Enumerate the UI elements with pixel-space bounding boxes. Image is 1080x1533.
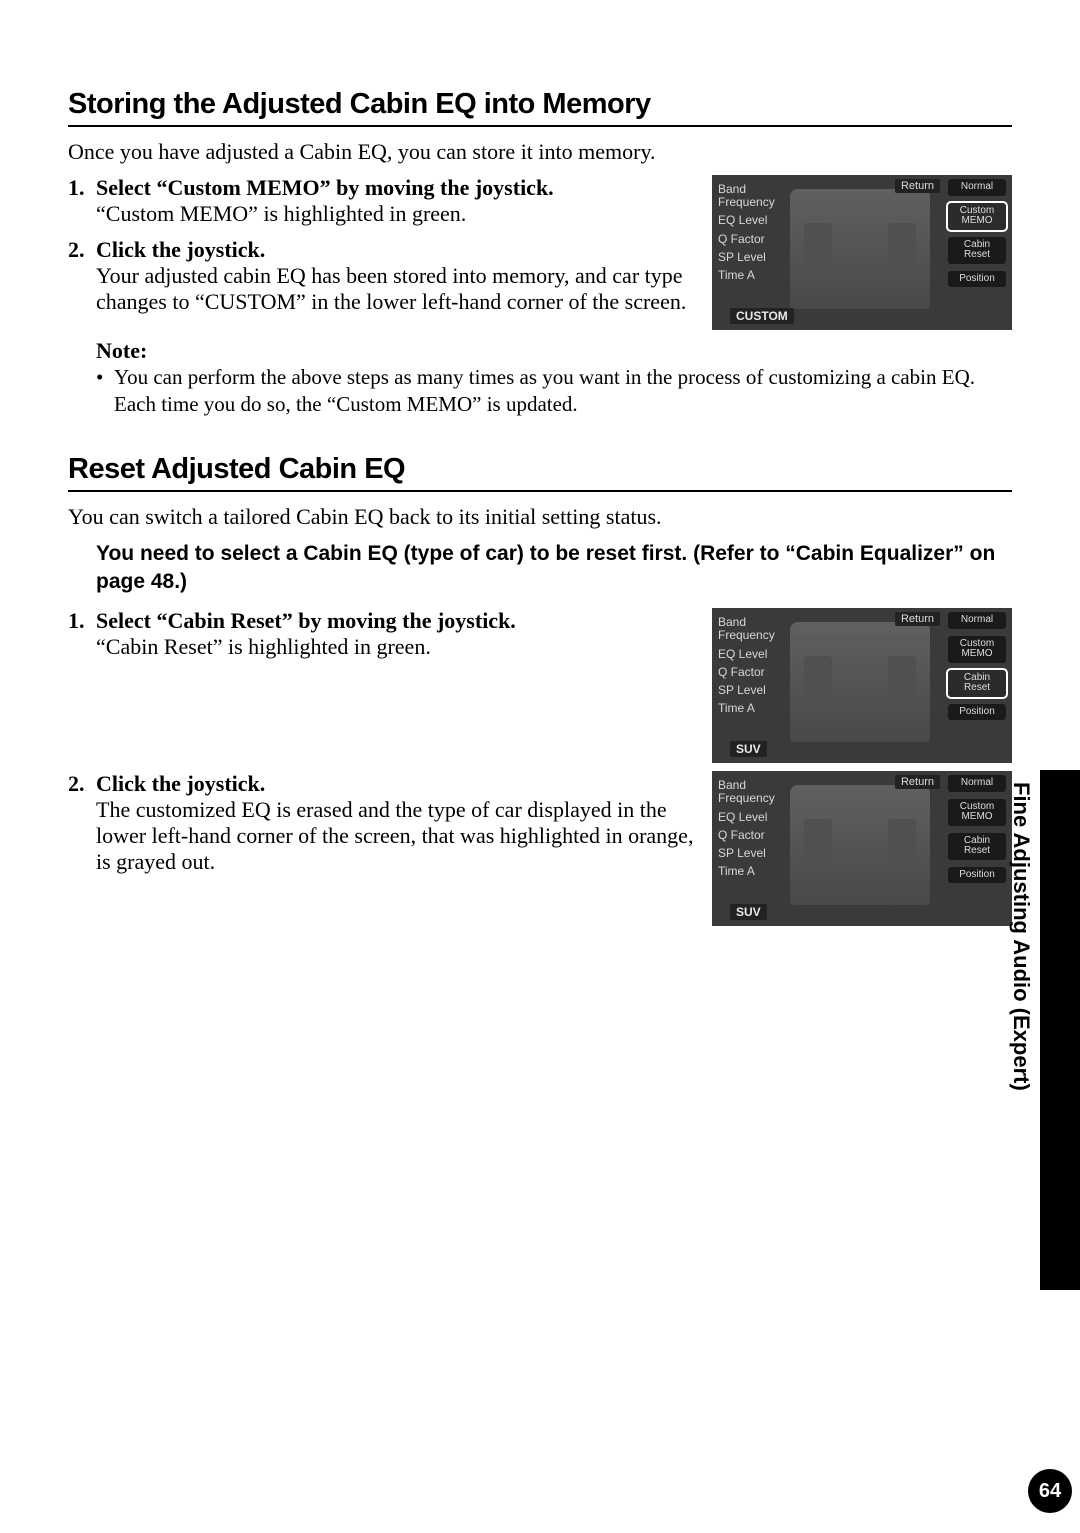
step-number: 2.	[68, 237, 96, 315]
screen-param-label: SP Level	[718, 251, 775, 264]
device-screenshot: Band Frequency EQ Level Q Factor SP Level Ti…	[712, 175, 1012, 330]
device-screenshot: Band Frequency EQ Level Q Factor SP Level Ti…	[712, 771, 1012, 926]
step-heading: Select “Custom MEMO” by moving the joyst…	[96, 175, 698, 201]
device-screenshot: Band Frequency EQ Level Q Factor SP Level Ti…	[712, 608, 1012, 763]
screen-param-label: Q Factor	[718, 666, 775, 679]
step-number: 1.	[68, 608, 96, 660]
intro-text: Once you have adjusted a Cabin EQ, you c…	[68, 139, 1012, 165]
section-heading-storing: Storing the Adjusted Cabin EQ into Memor…	[68, 88, 1012, 127]
cross-reference: You need to select a Cabin EQ (type of c…	[96, 540, 1012, 597]
screen-param-label: Time A	[718, 865, 775, 878]
screen-menu-button: Position	[948, 271, 1006, 288]
step-description: Your adjusted cabin EQ has been stored i…	[96, 263, 698, 315]
side-tab-label: Fine Adjusting Audio (Expert)	[1008, 782, 1034, 1091]
screen-param-label: Q Factor	[718, 233, 775, 246]
screen-menu-button: Cabin Reset	[948, 833, 1006, 860]
step-number: 2.	[68, 771, 96, 875]
screen-menu-button: Cabin Reset	[948, 237, 1006, 264]
screen-param-label: SP Level	[718, 684, 775, 697]
screen-param-label: Band Frequency	[718, 616, 775, 642]
section-heading-reset: Reset Adjusted Cabin EQ	[68, 453, 1012, 492]
step-description: The customized EQ is erased and the type…	[96, 797, 698, 875]
step-heading: Click the joystick.	[96, 237, 698, 263]
screen-menu-button: Position	[948, 704, 1006, 721]
screen-param-label: Band Frequency	[718, 183, 775, 209]
screen-menu-button: Normal	[948, 775, 1006, 792]
step-heading: Click the joystick.	[96, 771, 698, 797]
screen-param-label: EQ Level	[718, 214, 775, 227]
screen-param-label: Time A	[718, 269, 775, 282]
screen-param-label: EQ Level	[718, 648, 775, 661]
screen-param-label: Band Frequency	[718, 779, 775, 805]
screen-param-label: Q Factor	[718, 829, 775, 842]
screen-menu-button: Position	[948, 867, 1006, 884]
step-heading: Select “Cabin Reset” by moving the joyst…	[96, 608, 698, 634]
page-number: 64	[1028, 1469, 1072, 1513]
screen-menu-button: Custom MEMO	[948, 203, 1006, 230]
screen-menu-button: Cabin Reset	[948, 670, 1006, 697]
step-number: 1.	[68, 175, 96, 227]
intro-text: You can switch a tailored Cabin EQ back …	[68, 504, 1012, 530]
screen-param-label: EQ Level	[718, 811, 775, 824]
screen-param-label: SP Level	[718, 847, 775, 860]
screen-param-label: Time A	[718, 702, 775, 715]
side-tab-bar	[1040, 770, 1080, 1290]
note-text: • You can perform the above steps as man…	[96, 364, 1012, 419]
screen-menu-button: Custom MEMO	[948, 636, 1006, 663]
step-description: “Cabin Reset” is highlighted in green.	[96, 634, 698, 660]
screen-menu-button: Normal	[948, 612, 1006, 629]
step-description: “Custom MEMO” is highlighted in green.	[96, 201, 698, 227]
note-label: Note:	[96, 338, 1012, 364]
screen-menu-button: Custom MEMO	[948, 799, 1006, 826]
screen-menu-button: Normal	[948, 179, 1006, 196]
